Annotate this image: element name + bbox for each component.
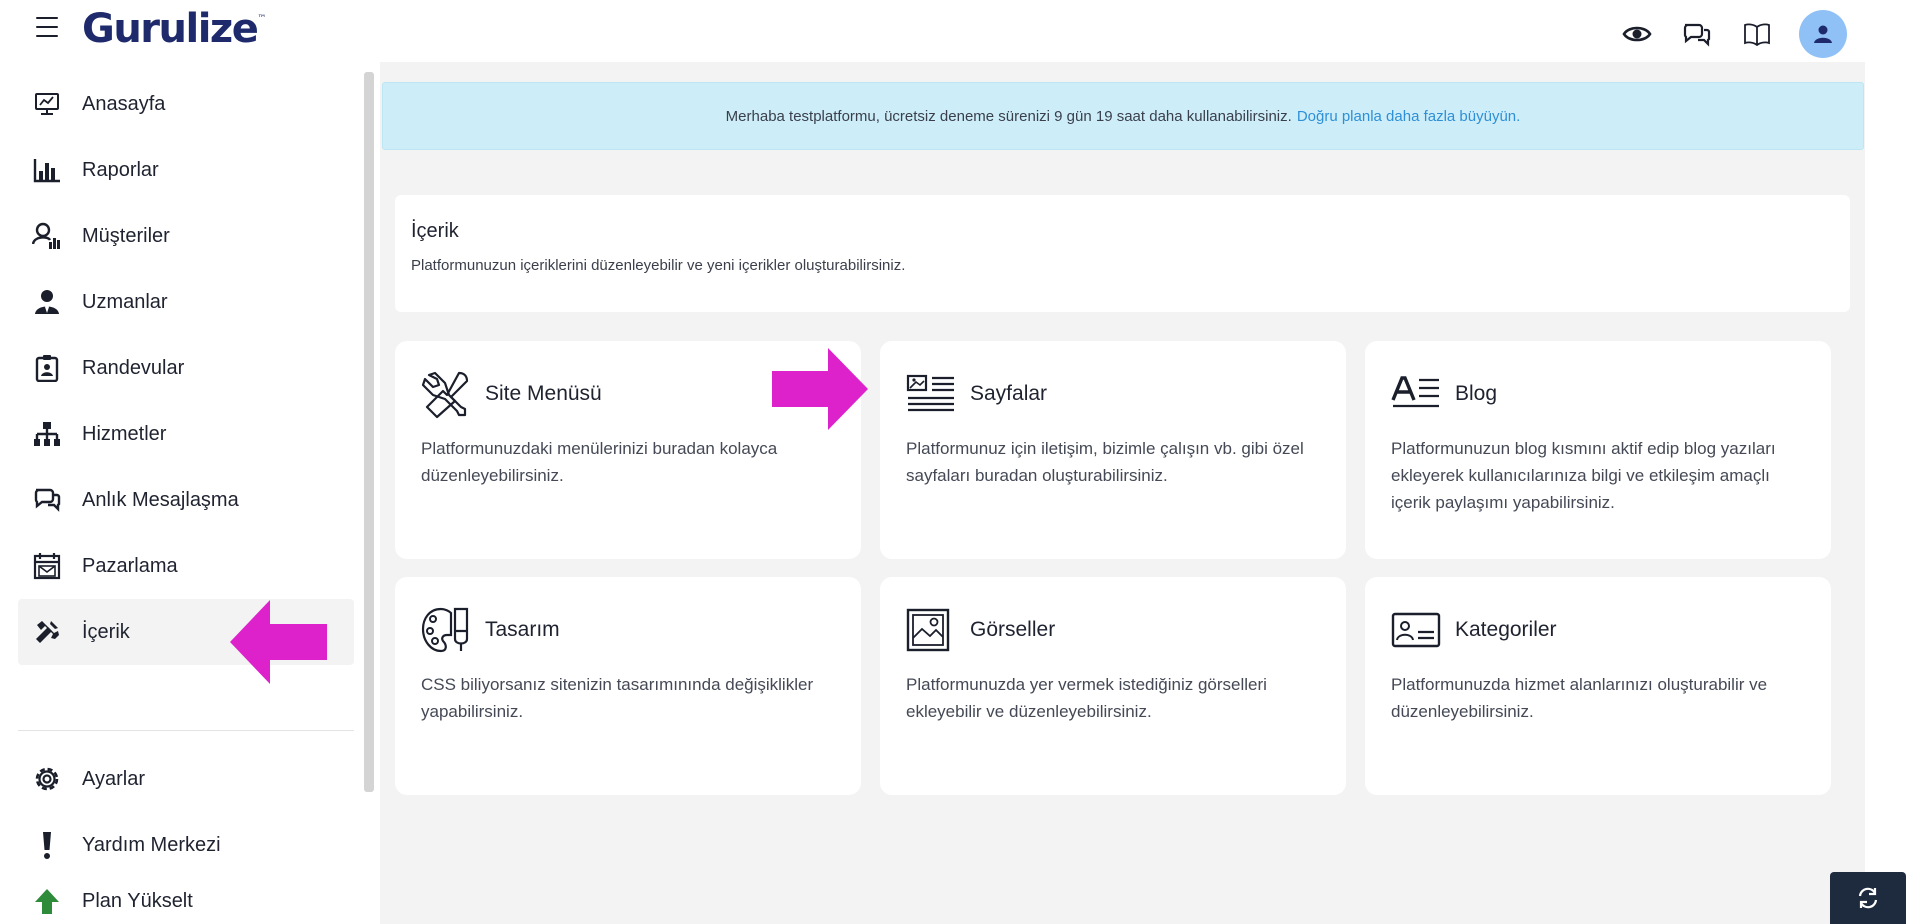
sidebar-item-hizmetler[interactable]: Hizmetler bbox=[18, 401, 354, 467]
bar-chart-icon bbox=[32, 155, 62, 185]
card-description: Platformunuzda yer vermek istediğiniz gö… bbox=[906, 675, 1267, 721]
hamburger-menu-icon[interactable] bbox=[36, 17, 58, 37]
customers-chart-icon bbox=[32, 221, 62, 251]
card-tasarim[interactable]: Tasarım CSS biliyorsanız sitenizin tasar… bbox=[395, 577, 861, 795]
card-title: Tasarım bbox=[485, 618, 560, 641]
sidebar-item-plan-yukselt[interactable]: Plan Yükselt bbox=[18, 868, 354, 924]
sidebar-item-label: Müşteriler bbox=[82, 224, 170, 247]
sidebar-scrollbar[interactable] bbox=[364, 72, 374, 792]
calendar-mail-icon bbox=[32, 551, 62, 581]
sidebar-item-label: Randevular bbox=[82, 356, 185, 379]
card-kategoriler[interactable]: Kategoriler Platformunuzda hizmet alanla… bbox=[1365, 577, 1831, 795]
sidebar-item-label: Uzmanlar bbox=[82, 290, 168, 313]
sidebar-item-label: Ayarlar bbox=[82, 767, 145, 790]
eye-icon[interactable] bbox=[1619, 16, 1655, 52]
card-description: Platformunuzda hizmet alanlarınızı oluşt… bbox=[1391, 675, 1768, 721]
sidebar-item-label: Pazarlama bbox=[82, 554, 178, 577]
card-description: Platformunuzun blog kısmını aktif edip b… bbox=[1391, 439, 1776, 512]
refresh-button[interactable] bbox=[1830, 872, 1906, 924]
image-icon bbox=[906, 605, 956, 655]
exclamation-icon bbox=[32, 830, 62, 860]
gear-icon bbox=[32, 764, 62, 794]
header-actions bbox=[1619, 10, 1847, 58]
refresh-icon bbox=[1858, 887, 1878, 909]
sidebar-item-musteriler[interactable]: Müşteriler bbox=[18, 203, 354, 269]
blog-text-icon bbox=[1391, 369, 1441, 419]
card-description: Platformunuzdaki menülerinizi buradan ko… bbox=[421, 439, 778, 485]
user-avatar-icon[interactable] bbox=[1799, 10, 1847, 58]
banner-text: Merhaba testplatformu, ücretsiz deneme s… bbox=[725, 107, 1292, 125]
main-content: Merhaba testplatformu, ücretsiz deneme s… bbox=[380, 62, 1865, 924]
page-description: Platformunuzun içeriklerini düzenleyebil… bbox=[411, 257, 906, 274]
upgrade-link[interactable]: Doğru planla daha fazla büyüyün. bbox=[1297, 108, 1521, 125]
sitemap-icon bbox=[32, 419, 62, 449]
sidebar-item-label: Anasayfa bbox=[82, 92, 166, 115]
category-card-icon bbox=[1391, 605, 1441, 655]
palette-icon bbox=[421, 605, 471, 655]
sidebar-item-label: Plan Yükselt bbox=[82, 889, 193, 912]
pages-icon bbox=[906, 369, 956, 419]
sidebar-item-randevular[interactable]: Randevular bbox=[18, 335, 354, 401]
chat-icon bbox=[32, 485, 62, 515]
sidebar-item-ayarlar[interactable]: Ayarlar bbox=[18, 746, 354, 812]
sidebar-item-label: İçerik bbox=[82, 620, 130, 643]
sidebar-item-label: Yardım Merkezi bbox=[82, 833, 221, 856]
card-title: Görseller bbox=[970, 618, 1056, 641]
content-header-card: İçerik Platformunuzun içeriklerini düzen… bbox=[395, 195, 1850, 312]
tools-icon bbox=[421, 369, 471, 419]
sidebar-item-pazarlama[interactable]: Pazarlama bbox=[18, 533, 354, 599]
user-tie-icon bbox=[32, 287, 62, 317]
card-title: Site Menüsü bbox=[485, 382, 602, 405]
top-bar: Gurulize™ bbox=[0, 0, 1911, 62]
card-title: Kategoriler bbox=[1455, 618, 1557, 641]
sidebar-item-anasayfa[interactable]: Anasayfa bbox=[18, 71, 354, 137]
sidebar-item-anlik-mesajlasma[interactable]: Anlık Mesajlaşma bbox=[18, 467, 354, 533]
annotation-arrow-left-icon bbox=[230, 600, 327, 684]
card-sayfalar[interactable]: Sayfalar Platformunuz için iletişim, biz… bbox=[880, 341, 1346, 559]
sidebar-divider bbox=[18, 730, 354, 731]
book-icon[interactable] bbox=[1739, 16, 1775, 52]
card-gorseller[interactable]: Görseller Platformunuzda yer vermek iste… bbox=[880, 577, 1346, 795]
trial-banner: Merhaba testplatformu, ücretsiz deneme s… bbox=[382, 82, 1864, 150]
logo[interactable]: Gurulize™ bbox=[82, 6, 266, 52]
sidebar-item-label: Anlık Mesajlaşma bbox=[82, 488, 239, 511]
sidebar-item-raporlar[interactable]: Raporlar bbox=[18, 137, 354, 203]
sidebar-item-uzmanlar[interactable]: Uzmanlar bbox=[18, 269, 354, 335]
card-title: Sayfalar bbox=[970, 382, 1048, 405]
tools-icon bbox=[32, 617, 62, 647]
monitor-icon bbox=[32, 89, 62, 119]
chat-icon[interactable] bbox=[1679, 16, 1715, 52]
card-description: Platformunuz için iletişim, bizimle çalı… bbox=[906, 439, 1304, 485]
sidebar: Anasayfa Raporlar Müşteriler Uzmanlar Ra… bbox=[0, 62, 380, 924]
clipboard-user-icon bbox=[32, 353, 62, 383]
page-title: İçerik bbox=[411, 220, 459, 242]
sidebar-item-label: Raporlar bbox=[82, 158, 159, 181]
card-title: Blog bbox=[1455, 382, 1498, 405]
sidebar-item-label: Hizmetler bbox=[82, 422, 167, 445]
upgrade-arrow-icon bbox=[32, 886, 62, 916]
card-description: CSS biliyorsanız sitenizin tasarımınında… bbox=[421, 675, 814, 721]
annotation-arrow-right-icon bbox=[772, 348, 868, 430]
card-blog[interactable]: Blog Platformunuzun blog kısmını aktif e… bbox=[1365, 341, 1831, 559]
